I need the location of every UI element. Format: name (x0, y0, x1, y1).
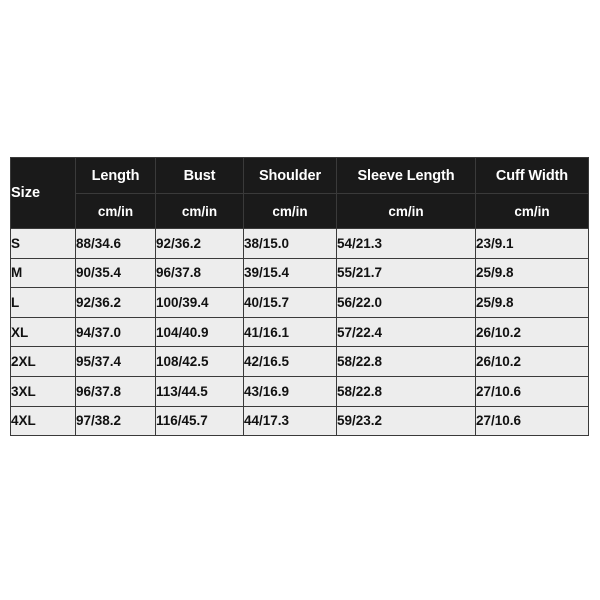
table-header: Size Length Bust Shoulder Sleeve Length … (10, 157, 589, 229)
cell-cuff: 27/10.6 (475, 375, 589, 407)
cell-size: L (10, 287, 76, 318)
cell-cuff: 26/10.2 (475, 346, 589, 377)
cell-bust: 116/45.7 (155, 405, 244, 437)
cell-size: 3XL (10, 375, 76, 407)
cell-sleeve: 58/22.8 (336, 375, 476, 407)
column-header-size: Size (10, 157, 76, 229)
cell-bust: 100/39.4 (155, 287, 244, 318)
cell-shoulder: 42/16.5 (243, 346, 337, 377)
cell-size: M (10, 257, 76, 289)
cell-length: 95/37.4 (75, 346, 156, 377)
cell-length: 88/34.6 (75, 228, 156, 259)
cell-size: 2XL (10, 346, 76, 377)
column-unit-shoulder: cm/in (243, 193, 337, 229)
cell-length: 90/35.4 (75, 257, 156, 289)
table-header-row-units: cm/in cm/in cm/in cm/in cm/in (11, 193, 589, 229)
table-row: 4XL 97/38.2 116/45.7 44/17.3 59/23.2 27/… (10, 405, 589, 437)
cell-bust: 92/36.2 (155, 228, 244, 259)
cell-shoulder: 40/15.7 (243, 287, 337, 318)
cell-cuff: 25/9.8 (475, 287, 589, 318)
cell-size: XL (10, 316, 76, 348)
table-row: XL 94/37.0 104/40.9 41/16.1 57/22.4 26/1… (10, 316, 589, 348)
cell-bust: 113/44.5 (155, 375, 244, 407)
size-chart-table: Size Length Bust Shoulder Sleeve Length … (10, 157, 589, 437)
column-header-cuff-width: Cuff Width (475, 157, 589, 194)
column-header-bust: Bust (155, 157, 244, 194)
cell-length: 92/36.2 (75, 287, 156, 318)
table-row: M 90/35.4 96/37.8 39/15.4 55/21.7 25/9.8 (10, 257, 589, 289)
cell-cuff: 25/9.8 (475, 257, 589, 289)
column-unit-cuff-width: cm/in (475, 193, 589, 229)
table-header-row-names: Size Length Bust Shoulder Sleeve Length … (10, 157, 589, 229)
cell-length: 94/37.0 (75, 316, 156, 348)
cell-sleeve: 58/22.8 (336, 346, 476, 377)
column-unit-length: cm/in (75, 193, 156, 229)
cell-length: 97/38.2 (75, 405, 156, 437)
cell-cuff: 26/10.2 (475, 316, 589, 348)
cell-shoulder: 41/16.1 (243, 316, 337, 348)
cell-cuff: 27/10.6 (475, 405, 589, 437)
cell-size: S (10, 228, 76, 259)
table-row: 3XL 96/37.8 113/44.5 43/16.9 58/22.8 27/… (10, 375, 589, 407)
cell-length: 96/37.8 (75, 375, 156, 407)
cell-sleeve: 56/22.0 (336, 287, 476, 318)
table-row: S 88/34.6 92/36.2 38/15.0 54/21.3 23/9.1 (10, 228, 589, 259)
cell-sleeve: 55/21.7 (336, 257, 476, 289)
cell-shoulder: 39/15.4 (243, 257, 337, 289)
cell-sleeve: 57/22.4 (336, 316, 476, 348)
column-header-length: Length (75, 157, 156, 194)
cell-size: 4XL (10, 405, 76, 437)
table-body: S 88/34.6 92/36.2 38/15.0 54/21.3 23/9.1… (10, 228, 589, 437)
cell-shoulder: 38/15.0 (243, 228, 337, 259)
cell-sleeve: 59/23.2 (336, 405, 476, 437)
column-unit-bust: cm/in (155, 193, 244, 229)
cell-bust: 108/42.5 (155, 346, 244, 377)
column-unit-sleeve-length: cm/in (336, 193, 476, 229)
cell-cuff: 23/9.1 (475, 228, 589, 259)
table-row: 2XL 95/37.4 108/42.5 42/16.5 58/22.8 26/… (10, 346, 589, 377)
cell-bust: 96/37.8 (155, 257, 244, 289)
cell-shoulder: 43/16.9 (243, 375, 337, 407)
cell-shoulder: 44/17.3 (243, 405, 337, 437)
cell-bust: 104/40.9 (155, 316, 244, 348)
cell-sleeve: 54/21.3 (336, 228, 476, 259)
page-root: Size Length Bust Shoulder Sleeve Length … (0, 0, 600, 600)
column-header-shoulder: Shoulder (243, 157, 337, 194)
column-header-sleeve-length: Sleeve Length (336, 157, 476, 194)
table-row: L 92/36.2 100/39.4 40/15.7 56/22.0 25/9.… (10, 287, 589, 318)
